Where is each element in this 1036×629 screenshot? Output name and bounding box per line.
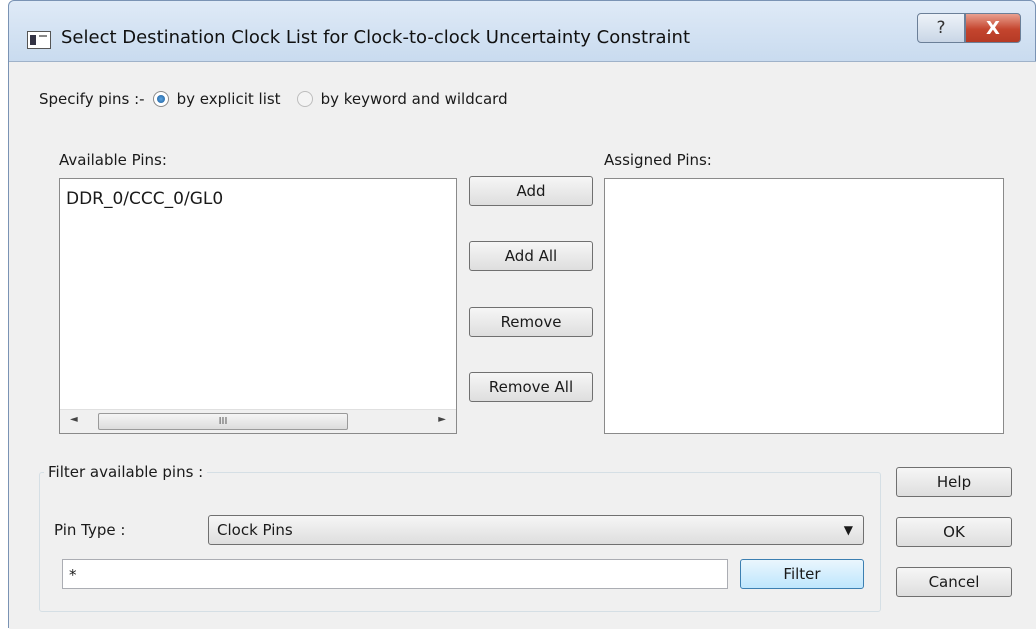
chevron-down-icon[interactable]: ▼ xyxy=(844,523,853,537)
scroll-right-icon[interactable]: ► xyxy=(438,414,446,425)
ok-button[interactable]: OK xyxy=(896,517,1012,547)
window-icon xyxy=(27,31,51,49)
filter-group: Filter available pins : Pin Type : Clock… xyxy=(39,463,881,612)
explicit-list-label[interactable]: by explicit list xyxy=(177,90,281,108)
remove-all-button[interactable]: Remove All xyxy=(469,372,593,402)
dialog-body: Specify pins :- by explicit list by keyw… xyxy=(9,61,1036,629)
pin-type-label: Pin Type : xyxy=(54,521,126,539)
specify-pins-label: Specify pins :- xyxy=(39,90,145,108)
filter-caption: Filter available pins : xyxy=(44,463,208,481)
available-pins-list[interactable]: DDR_0/CCC_0/GL0 ◄ III ► xyxy=(59,178,457,434)
scroll-thumb[interactable]: III xyxy=(98,413,348,430)
keyword-wildcard-radio[interactable] xyxy=(296,91,313,107)
scroll-left-icon[interactable]: ◄ xyxy=(70,414,78,425)
title-bar[interactable]: Select Destination Clock List for Clock-… xyxy=(9,1,1035,61)
title-help-button[interactable]: ? xyxy=(917,13,965,43)
filter-pattern-input[interactable]: * xyxy=(62,559,728,589)
help-button[interactable]: Help xyxy=(896,467,1012,497)
add-button[interactable]: Add xyxy=(469,176,593,206)
close-button[interactable]: X xyxy=(965,13,1021,43)
dialog-window: Select Destination Clock List for Clock-… xyxy=(8,0,1036,629)
keyword-wildcard-label[interactable]: by keyword and wildcard xyxy=(321,90,508,108)
cancel-button[interactable]: Cancel xyxy=(896,567,1012,597)
add-all-button[interactable]: Add All xyxy=(469,241,593,271)
explicit-list-radio[interactable] xyxy=(152,91,169,107)
remove-button[interactable]: Remove xyxy=(469,307,593,337)
assigned-pins-list[interactable] xyxy=(604,178,1004,434)
pin-type-value: Clock Pins xyxy=(217,521,293,539)
filter-button[interactable]: Filter xyxy=(740,559,864,589)
horizontal-scrollbar[interactable]: ◄ III ► xyxy=(60,409,456,433)
available-pin-item[interactable]: DDR_0/CCC_0/GL0 xyxy=(66,189,223,209)
specify-pins-row: Specify pins :- by explicit list by keyw… xyxy=(39,90,508,108)
assigned-pins-label: Assigned Pins: xyxy=(604,151,712,169)
pin-type-select[interactable]: Clock Pins ▼ xyxy=(208,515,864,545)
available-pins-label: Available Pins: xyxy=(59,151,167,169)
window-title: Select Destination Clock List for Clock-… xyxy=(61,27,690,48)
